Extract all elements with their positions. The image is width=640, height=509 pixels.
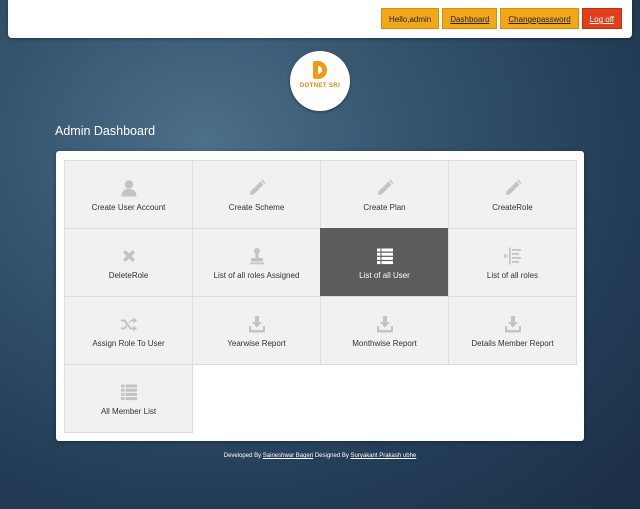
stamp-icon — [193, 247, 320, 265]
list-icon — [65, 383, 192, 401]
tile-label: List of all roles Assigned — [213, 271, 300, 280]
user-greeting: Hello,admin — [381, 8, 440, 29]
tile-yearwise-report[interactable]: Yearwise Report — [192, 296, 321, 365]
download-icon — [193, 315, 320, 333]
footer-developed-by: Developed By — [223, 453, 262, 459]
download-icon — [449, 315, 576, 333]
shuffle-icon — [65, 315, 192, 333]
designer-link[interactable]: Suryakant Prakash ubhe — [351, 453, 417, 459]
page-title: Admin Dashboard — [55, 124, 156, 138]
indent-list-icon — [449, 247, 576, 265]
dashboard-link[interactable]: Dashboard — [442, 8, 498, 29]
pencil-icon — [193, 179, 320, 197]
footer-designed-by: Designed By — [314, 453, 349, 459]
tile-label: Assign Role To User — [92, 339, 165, 348]
logoff-button[interactable]: Log off — [581, 8, 622, 29]
tile-label: Create Scheme — [228, 203, 285, 212]
logo-mark — [313, 61, 327, 79]
tile-label: Yearwise Report — [227, 339, 286, 348]
tile-assign-role[interactable]: Assign Role To User — [64, 296, 193, 365]
tile-create-scheme[interactable]: Create Scheme — [192, 160, 321, 229]
tile-list-roles-assigned[interactable]: List of all roles Assigned — [192, 228, 321, 297]
tile-label: Monthwise Report — [352, 339, 417, 348]
tile-label: List of all roles — [486, 271, 539, 280]
list-icon — [321, 247, 448, 265]
pencil-icon — [449, 179, 576, 197]
tile-delete-role[interactable]: DeleteRole — [64, 228, 193, 297]
tile-create-role[interactable]: CreateRole — [448, 160, 577, 229]
tile-create-user-account[interactable]: Create User Account — [64, 160, 193, 229]
top-bar: Hello,admin Dashboard Changepassword Log… — [8, 0, 632, 38]
tile-label: Create Plan — [363, 203, 406, 212]
tile-label: Details Member Report — [471, 339, 554, 348]
tile-label: Create User Account — [91, 203, 166, 212]
top-nav: Hello,admin Dashboard Changepassword Log… — [381, 8, 622, 29]
footer: Developed By Saineshwar Bageri Designed … — [0, 453, 640, 459]
logo-text: DOTNET SRI — [299, 83, 341, 89]
tile-monthwise-report[interactable]: Monthwise Report — [320, 296, 449, 365]
download-icon — [321, 315, 448, 333]
tile-all-member-list[interactable]: All Member List — [64, 364, 193, 433]
tile-label: DeleteRole — [108, 271, 149, 280]
logo: DOTNET SRI — [290, 51, 350, 111]
dashboard-panel: Create User Account Create Scheme Create… — [56, 151, 584, 441]
user-icon — [65, 179, 192, 197]
close-icon — [65, 247, 192, 265]
developer-link[interactable]: Saineshwar Bageri — [263, 453, 313, 459]
tile-create-plan[interactable]: Create Plan — [320, 160, 449, 229]
tile-details-member-report[interactable]: Details Member Report — [448, 296, 577, 365]
tile-list-all-user[interactable]: List of all User — [320, 228, 449, 297]
tile-grid: Create User Account Create Scheme Create… — [64, 160, 577, 433]
tile-label: All Member List — [100, 407, 157, 416]
tile-label: CreateRole — [492, 203, 533, 212]
change-password-link[interactable]: Changepassword — [500, 8, 579, 29]
pencil-icon — [321, 179, 448, 197]
tile-list-all-roles[interactable]: List of all roles — [448, 228, 577, 297]
tile-label: List of all User — [359, 271, 410, 280]
